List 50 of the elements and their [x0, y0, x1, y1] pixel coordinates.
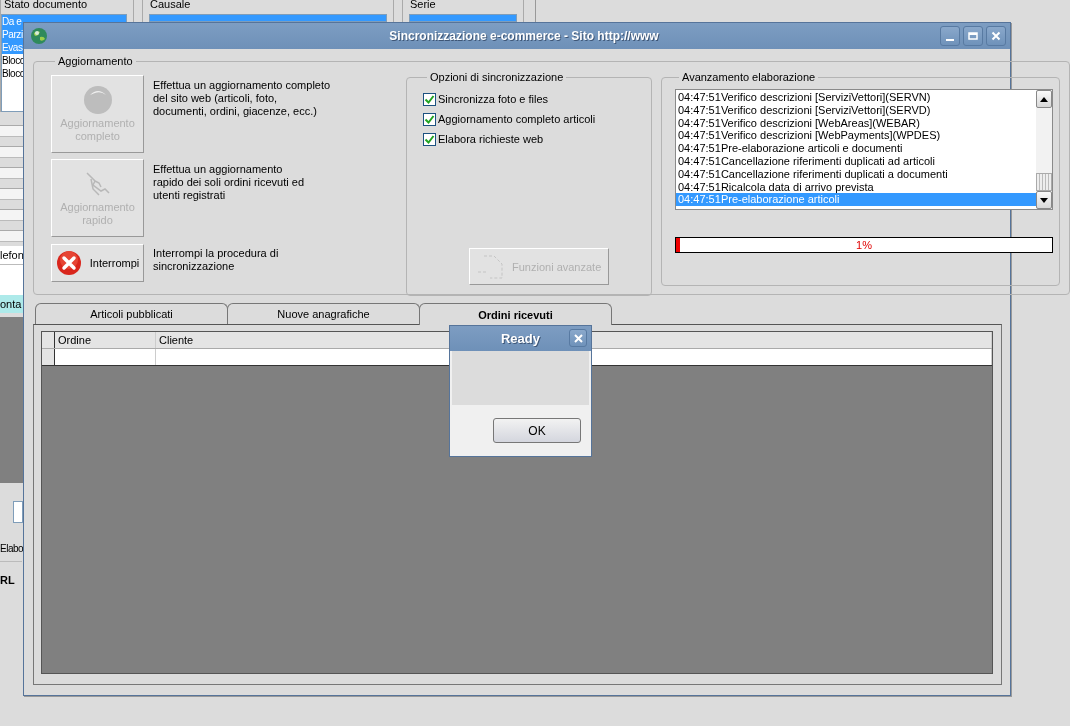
- group-label: Opzioni di sincronizzazione: [429, 71, 565, 83]
- progress-reading: 1%: [855, 238, 873, 252]
- tab[interactable]: Articoli pubblicati: [35, 303, 228, 324]
- close-icon: [573, 333, 583, 343]
- dialog-title: Ready: [501, 331, 540, 346]
- action-button[interactable]: Interrompi: [51, 244, 144, 282]
- checkbox[interactable]: [423, 132, 436, 146]
- log-row[interactable]: 04:47:51Cancellazione riferimenti duplicati a documenti: [676, 167, 1036, 181]
- group-label: Aggiornamento: [57, 55, 134, 67]
- scrollbar[interactable]: [1036, 90, 1052, 209]
- minimize-button[interactable]: [940, 26, 960, 46]
- column-header[interactable]: Ordine: [55, 332, 156, 348]
- checkbox-label: Sincronizza foto e files: [438, 93, 549, 105]
- minimize-icon: [946, 38, 954, 41]
- checkbox-label: Aggiornamento completo articoli: [438, 113, 596, 125]
- list-item[interactable]: Blocc: [2, 54, 24, 67]
- input-field[interactable]: [13, 501, 23, 523]
- log-row[interactable]: 04:47:51Verifico descrizioni [WebAreas](WEBAR): [676, 116, 1036, 130]
- globe-icon: [30, 27, 48, 45]
- sphere-icon: [82, 85, 113, 115]
- tab[interactable]: Ordini ricevuti: [419, 303, 612, 325]
- checkbox-label: Elabora richieste web: [438, 133, 544, 145]
- log-row[interactable]: 04:47:51Cancellazione riferimenti duplicati ad articoli: [676, 155, 1036, 168]
- close-icon: [991, 31, 1001, 41]
- log-row[interactable]: 04:47:51Ricalcola data di arrivo prevista: [676, 180, 1036, 194]
- down-arrow-icon: [1040, 197, 1048, 203]
- log-row[interactable]: 04:47:51Verifico descrizioni [ServiziVettori](SERVD): [676, 103, 1036, 117]
- description-text: Effettua un aggiornamento completo del sito web (articoli, foto, documenti, ordini, giacenze, ecc.): [153, 78, 331, 119]
- maximize-button[interactable]: [963, 26, 983, 46]
- up-arrow-icon: [1040, 96, 1048, 102]
- label: Elabo: [0, 541, 22, 562]
- description-text: Interrompi la procedura di sincronizzazione: [153, 246, 279, 274]
- label: RL: [0, 573, 16, 588]
- checkbox[interactable]: [423, 92, 436, 106]
- error-icon: [55, 250, 82, 276]
- window-title: Sincronizzazione e-commerce - Sito http://www: [388, 29, 660, 43]
- list-item[interactable]: Blocc: [2, 67, 24, 80]
- log-row[interactable]: 04:47:51Verifico descrizioni [ServiziVettori](SERVN): [676, 91, 1036, 104]
- ok-button[interactable]: OK: [493, 418, 581, 443]
- checkbox[interactable]: [423, 112, 436, 126]
- group-label: Serie: [407, 0, 439, 10]
- log-row[interactable]: 04:47:51Verifico descrizioni [WebPayments](WPDES): [676, 129, 1036, 143]
- maximize-icon: [968, 31, 978, 41]
- group-label: Avanzamento elaborazione: [681, 71, 817, 83]
- document-icon: [476, 253, 506, 280]
- description-text: Effettua un aggiornamento rapido dei soli ordini ricevuti ed utenti registrati: [153, 162, 305, 203]
- log-row[interactable]: 04:47:51Pre-elaborazione articoli e documenti: [676, 142, 1036, 155]
- close-button[interactable]: [569, 329, 587, 347]
- close-button[interactable]: [986, 26, 1006, 46]
- scroll-thumb[interactable]: [1036, 173, 1052, 191]
